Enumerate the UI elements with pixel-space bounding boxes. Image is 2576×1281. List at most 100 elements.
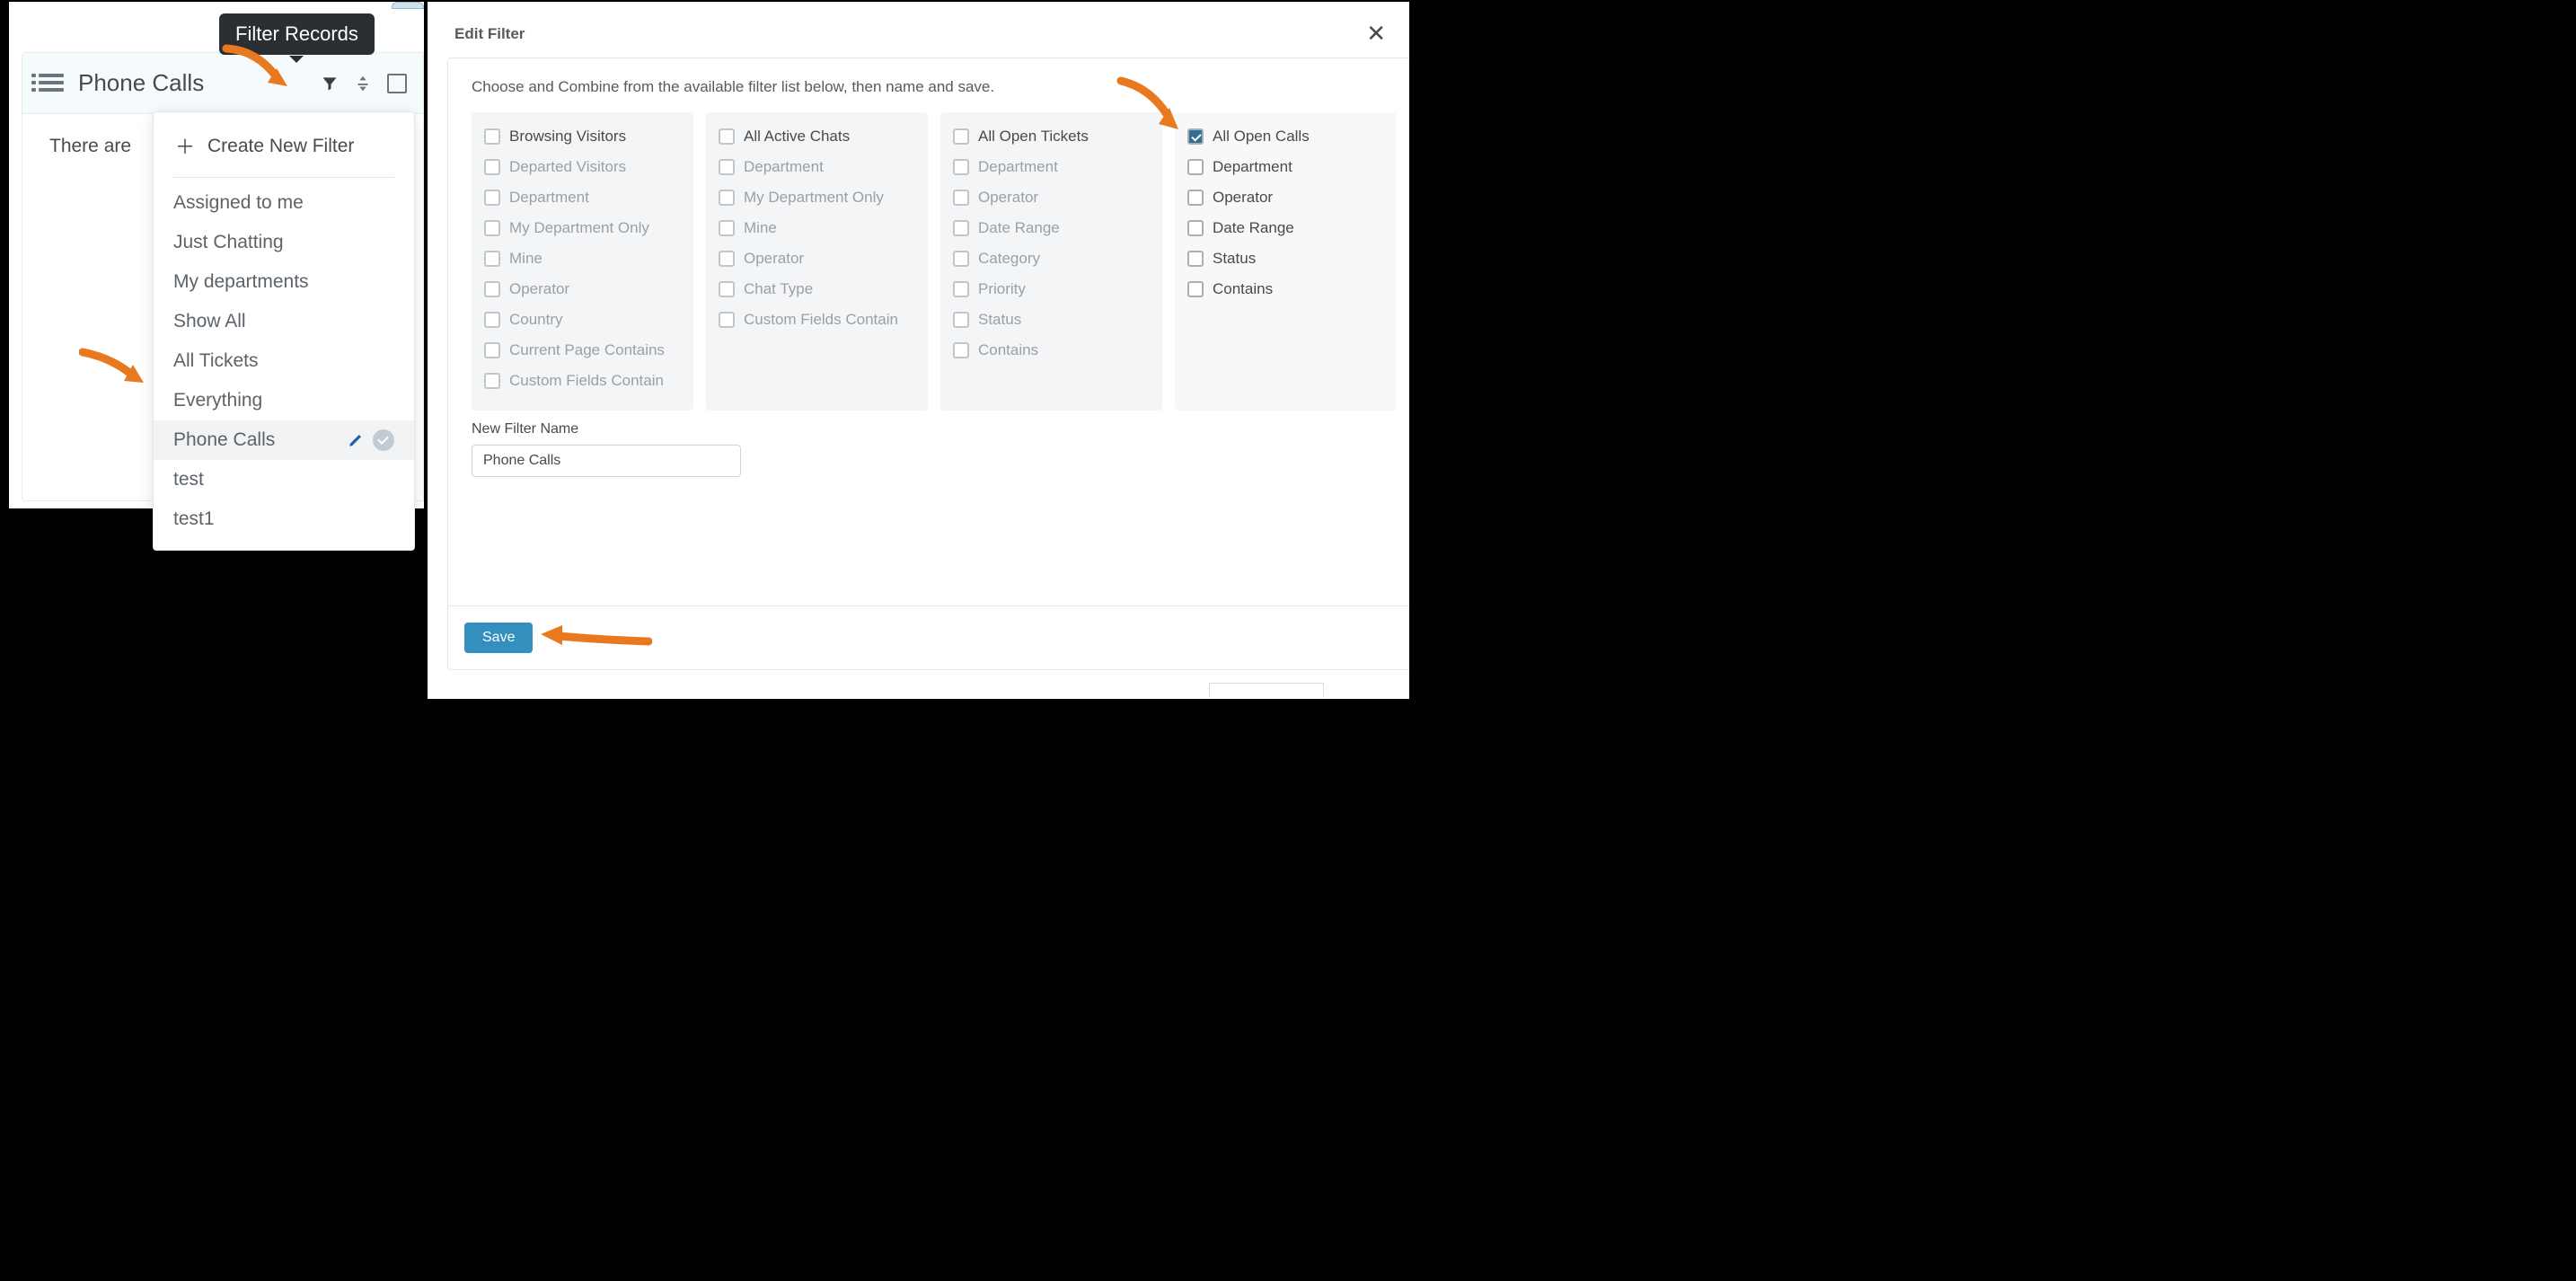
checkbox[interactable]	[953, 190, 969, 206]
filter-group-head[interactable]: All Active Chats	[717, 121, 917, 152]
checkbox[interactable]	[1187, 128, 1204, 145]
checkbox[interactable]	[484, 159, 500, 175]
checkbox[interactable]	[484, 281, 500, 297]
filter-option[interactable]: Contains	[951, 335, 1151, 366]
filter-column-all-active-chats: All Active Chats DepartmentMy Department …	[706, 112, 928, 411]
checkbox[interactable]	[953, 342, 969, 358]
filter-option[interactable]: My Department Only	[482, 213, 683, 243]
checkbox[interactable]	[1187, 281, 1204, 297]
filter-option[interactable]: Department	[482, 182, 683, 213]
checkbox[interactable]	[719, 159, 735, 175]
checkbox[interactable]	[719, 251, 735, 267]
filter-item-show-all[interactable]: Show All	[154, 302, 414, 341]
checkbox[interactable]	[953, 312, 969, 328]
filter-option[interactable]: Department	[951, 152, 1151, 182]
filter-item-assigned-to-me[interactable]: Assigned to me	[154, 183, 414, 223]
save-button[interactable]: Save	[464, 623, 533, 653]
filter-group-head[interactable]: Browsing Visitors	[482, 121, 683, 152]
close-icon[interactable]: ✕	[1366, 20, 1386, 48]
filter-item-phone-calls[interactable]: Phone Calls	[154, 420, 414, 460]
filter-name-input[interactable]	[472, 445, 741, 477]
checkbox[interactable]	[484, 342, 500, 358]
checkbox[interactable]	[953, 281, 969, 297]
filter-option-label: Contains	[1213, 280, 1273, 298]
checkbox[interactable]	[1187, 251, 1204, 267]
filter-option-label: Department	[509, 189, 589, 207]
filter-item-my-departments[interactable]: My departments	[154, 262, 414, 302]
list-view-icon[interactable]	[39, 74, 64, 93]
checkbox[interactable]	[953, 251, 969, 267]
filter-option[interactable]: Department	[717, 152, 917, 182]
checkbox[interactable]	[1187, 220, 1204, 236]
filter-group-label: Browsing Visitors	[509, 128, 626, 146]
checkbox[interactable]	[719, 312, 735, 328]
filter-item-label: Everything	[173, 390, 394, 411]
filter-option[interactable]: Operator	[1186, 182, 1386, 213]
create-new-filter[interactable]: ＋ Create New Filter	[154, 119, 414, 173]
filter-option[interactable]: My Department Only	[717, 182, 917, 213]
filter-group-label: All Open Tickets	[978, 128, 1089, 146]
filter-option[interactable]: Mine	[717, 213, 917, 243]
checkbox[interactable]	[1187, 159, 1204, 175]
create-new-filter-label: Create New Filter	[207, 136, 354, 157]
filter-option-label: Department	[1213, 158, 1292, 176]
filter-option[interactable]: Contains	[1186, 274, 1386, 305]
filter-option-label: Mine	[744, 219, 777, 237]
filter-option[interactable]: Departed Visitors	[482, 152, 683, 182]
filter-option-label: Chat Type	[744, 280, 813, 298]
checkbox[interactable]	[484, 312, 500, 328]
filter-item-test[interactable]: test	[154, 460, 414, 499]
checkbox[interactable]	[953, 159, 969, 175]
filter-option[interactable]: Date Range	[951, 213, 1151, 243]
filter-option[interactable]: Department	[1186, 152, 1386, 182]
filter-option[interactable]: Category	[951, 243, 1151, 274]
filter-option[interactable]: Operator	[951, 182, 1151, 213]
filter-option[interactable]: Operator	[482, 274, 683, 305]
filter-item-everything[interactable]: Everything	[154, 381, 414, 420]
edit-icon[interactable]	[348, 432, 364, 448]
filter-column-browsing-visitors: Browsing Visitors Departed Visitors Depart…	[472, 112, 693, 411]
checkbox[interactable]	[953, 220, 969, 236]
filter-name-label: New Filter Name	[472, 421, 1386, 437]
filter-option[interactable]: Priority	[951, 274, 1151, 305]
filter-option[interactable]: Date Range	[1186, 213, 1386, 243]
filter-group-head[interactable]: All Open Tickets	[951, 121, 1151, 152]
filter-icon[interactable]	[321, 75, 339, 93]
checkbox[interactable]	[719, 190, 735, 206]
filter-option[interactable]: Mine	[482, 243, 683, 274]
checkbox[interactable]	[484, 251, 500, 267]
filter-option[interactable]: Custom Fields Contain	[717, 305, 917, 335]
filter-option-label: Operator	[509, 280, 569, 298]
filter-group-head[interactable]: All Open Calls	[1186, 121, 1386, 152]
filter-option[interactable]: Country	[482, 305, 683, 335]
checkbox[interactable]	[953, 128, 969, 145]
checkbox[interactable]	[484, 128, 500, 145]
checkbox[interactable]	[719, 281, 735, 297]
filter-option[interactable]: Chat Type	[717, 274, 917, 305]
select-all-checkbox[interactable]	[387, 74, 407, 93]
filter-option-label: Status	[1213, 250, 1256, 268]
checkbox[interactable]	[484, 373, 500, 389]
filter-option[interactable]: Operator	[717, 243, 917, 274]
filter-option[interactable]: Status	[1186, 243, 1386, 274]
checkbox[interactable]	[484, 190, 500, 206]
checkbox[interactable]	[1187, 190, 1204, 206]
filter-option-label: My Department Only	[509, 219, 649, 237]
modal-description: Choose and Combine from the available fi…	[448, 58, 1409, 103]
filter-option-label: Custom Fields Contain	[509, 372, 664, 390]
filter-item-just-chatting[interactable]: Just Chatting	[154, 223, 414, 262]
checkbox[interactable]	[484, 220, 500, 236]
filter-option[interactable]: Status	[951, 305, 1151, 335]
filter-item-all-tickets[interactable]: All Tickets	[154, 341, 414, 381]
checkbox[interactable]	[719, 220, 735, 236]
filter-option[interactable]: Current Page Contains	[482, 335, 683, 366]
checkbox[interactable]	[719, 128, 735, 145]
filter-item-label: Just Chatting	[173, 232, 394, 253]
filter-item-label: Show All	[173, 311, 394, 332]
sort-icon[interactable]	[353, 74, 373, 93]
peek-field-1	[1209, 683, 1324, 697]
filter-option-label: Operator	[1213, 189, 1273, 207]
filter-group-label: All Active Chats	[744, 128, 850, 146]
filter-option[interactable]: Custom Fields Contain	[482, 366, 683, 396]
filter-item-test1[interactable]: test1	[154, 499, 414, 539]
